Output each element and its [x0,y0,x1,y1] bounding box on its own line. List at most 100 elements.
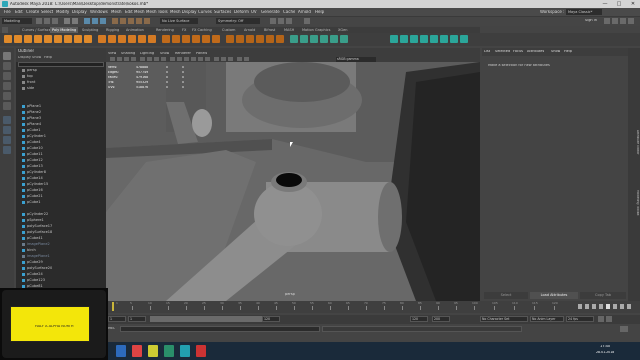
outliner-item[interactable]: top [22,74,104,79]
isolate-select-icon[interactable] [237,57,242,61]
extrude-icon[interactable] [172,35,180,43]
channel-box-icon[interactable] [628,18,634,24]
custom-tool-5-icon[interactable] [430,35,438,43]
menu-create[interactable]: Create [26,10,39,14]
new-scene-icon[interactable] [36,18,42,24]
offset-edge-loop-icon[interactable] [266,35,274,43]
menu-select[interactable]: Select [41,10,53,14]
motion-blur-icon[interactable] [221,57,226,61]
rotate-tool-icon[interactable] [3,92,11,100]
snap-view-icon[interactable] [136,18,142,24]
super-shape-icon[interactable] [84,35,92,43]
menu-modify[interactable]: Modify [56,10,69,14]
outliner-item[interactable]: pCube1 [22,128,104,133]
outliner-item[interactable]: pPlane1 [22,104,104,109]
character-set-dropdown[interactable]: No Character Set [480,316,528,322]
outliner-search-input[interactable] [18,62,104,67]
step-forward-icon[interactable] [620,304,624,309]
anim-layer-dropdown[interactable]: No Anim Layer [530,316,564,322]
outliner-item[interactable]: pCube13 [22,164,104,169]
insert-edge-loop-icon[interactable] [256,35,264,43]
outliner-item[interactable]: pCylinder8 [22,170,104,175]
viewport-menu-lighting[interactable]: Lighting [140,52,154,56]
taskbar-app-icon[interactable] [132,345,142,357]
attribute-editor-icon[interactable] [612,18,618,24]
auto-map-icon[interactable] [310,35,318,43]
menu-mesh-display[interactable]: Mesh Display [170,10,197,14]
outliner-menu-display[interactable]: Display [18,56,31,60]
side-tab-attribute-editor[interactable]: Attribute Editor [636,130,639,155]
step-back-icon[interactable] [585,304,589,309]
copy-tab-button[interactable]: Copy Tab [580,292,626,299]
snap-grid-icon[interactable] [112,18,118,24]
select-hierarchy-icon[interactable] [84,18,90,24]
bevel-icon[interactable] [192,35,200,43]
start-time-field[interactable]: 1 [108,316,126,322]
mode-dropdown[interactable]: Modeling [2,18,32,24]
custom-tool-6-icon[interactable] [440,35,448,43]
anim-prefs-icon[interactable] [606,316,612,322]
poly-plane-icon[interactable] [54,35,62,43]
auto-key-icon[interactable] [598,316,604,322]
menu-uv[interactable]: UV [251,10,257,14]
viewport-menu-show[interactable]: Show [160,52,169,56]
modeling-toolkit-icon[interactable] [604,18,610,24]
fill-hole-icon[interactable] [202,35,210,43]
append-polygon-icon[interactable] [212,35,220,43]
menu-edit[interactable]: Edit [15,10,23,14]
end-time-field[interactable]: 200 [432,316,450,322]
outliner-item[interactable]: pCube24 [22,272,104,277]
separate-icon[interactable] [108,35,116,43]
play-backward-icon[interactable] [599,304,603,309]
custom-tool-2-icon[interactable] [400,35,408,43]
mirror-icon[interactable] [162,35,170,43]
undo-icon[interactable] [64,18,70,24]
menu-curves[interactable]: Curves [198,10,212,14]
spherical-map-icon[interactable] [330,35,338,43]
viewport-menu-renderer[interactable]: Renderer [175,52,191,56]
menu-generate[interactable]: Generate [261,10,280,14]
fps-dropdown[interactable]: 24 fps [566,316,594,322]
multi-cut-icon[interactable] [246,35,254,43]
key-back-icon[interactable] [592,304,596,309]
attr-menu-show[interactable]: Show [551,50,560,54]
boolean-union-icon[interactable] [128,35,136,43]
outliner-item[interactable]: imagePlane1 [22,254,104,259]
planar-map-icon[interactable] [300,35,308,43]
go-to-start-icon[interactable] [578,304,582,309]
outliner-item[interactable]: front [22,80,104,85]
symmetry-dropdown[interactable]: Symmetry: Off [216,18,260,24]
go-to-end-icon[interactable] [627,304,631,309]
boolean-difference-icon[interactable] [138,35,146,43]
command-input[interactable] [120,326,320,332]
wireframe-on-shaded-icon[interactable] [184,57,189,61]
tool-settings-icon[interactable] [620,18,626,24]
outliner-item[interactable]: pCube123 [22,278,104,283]
boolean-intersect-icon[interactable] [148,35,156,43]
paint-select-tool-icon[interactable] [3,72,11,80]
select-component-icon[interactable] [100,18,106,24]
outliner-item[interactable]: persp [22,68,104,73]
move-tool-icon[interactable] [3,82,11,90]
menu-mesh-tools[interactable]: Mesh Tools [146,10,168,14]
menu-help[interactable]: Help [315,10,324,14]
render-frame-icon[interactable] [270,18,276,24]
film-gate-icon[interactable] [147,57,152,61]
outliner-item[interactable]: pCube12 [22,158,104,163]
platonic-solid-icon[interactable] [74,35,82,43]
menu-edit-mesh[interactable]: Edit Mesh [125,10,145,14]
outliner-item[interactable]: pCube14 [22,176,104,181]
resolution-gate-icon[interactable] [154,57,159,61]
render-settings-icon[interactable] [286,18,292,24]
outliner-item[interactable]: pCube11 [22,152,104,157]
menu-mesh[interactable]: Mesh [111,10,122,14]
taskbar-word-icon[interactable] [116,345,126,357]
wireframe-icon[interactable] [170,57,175,61]
select-button[interactable]: Select [484,292,528,299]
outliner-item[interactable]: polySurface17 [22,224,104,229]
smooth-icon[interactable] [118,35,126,43]
image-plane-toggle-icon[interactable] [124,57,129,61]
outliner-item[interactable]: side [22,86,104,91]
outliner-item[interactable]: pPlane2 [22,110,104,115]
outliner-item[interactable]: pSphere1 [22,218,104,223]
